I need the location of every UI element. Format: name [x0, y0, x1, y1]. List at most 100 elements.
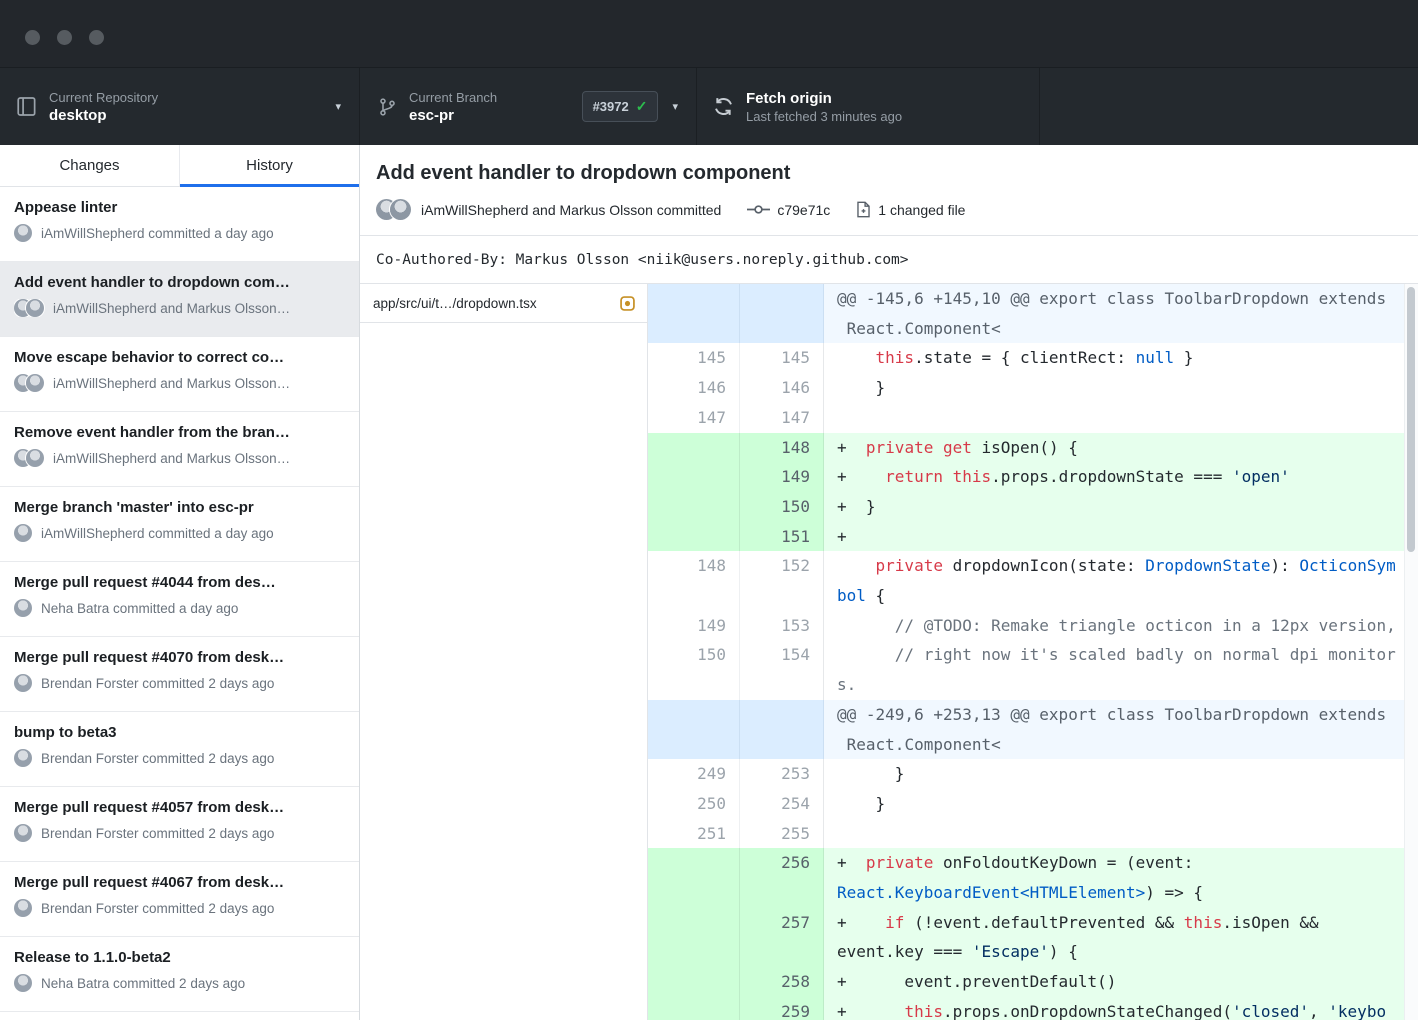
diff-view: @@ -145,6 +145,10 @@ export class Toolba… [648, 284, 1418, 1020]
code-line: @@ -145,6 +145,10 @@ export class Toolba… [824, 284, 1418, 343]
line-number-old: 249 [648, 759, 740, 789]
tab-bar: Changes History [0, 145, 359, 187]
list-item[interactable]: Release to 1.1.0-beta2 Neha Batra committ… [0, 937, 359, 1012]
commit-meta-text: Neha Batra committed 2 days ago [41, 976, 245, 991]
avatar [26, 374, 44, 392]
main-panel: Add event handler to dropdown component … [360, 145, 1418, 1020]
list-item[interactable]: Merge pull request #40… [0, 1012, 359, 1020]
fetch-button[interactable]: Fetch origin Last fetched 3 minutes ago [697, 68, 1040, 145]
avatar [26, 299, 44, 317]
code-line: // @TODO: Remake triangle octicon in a 1… [824, 611, 1418, 641]
diff-row: @@ -145,6 +145,10 @@ export class Toolba… [648, 284, 1418, 343]
sidebar: Changes History Appease linteriAmWillShe… [0, 145, 360, 1020]
fetch-label: Fetch origin [746, 89, 902, 108]
avatar [14, 824, 32, 842]
app-window: Current Repository desktop ▾ Current Bra… [0, 0, 1418, 1020]
commit-meta: iAmWillShepherd and Markus Olsson… [14, 449, 345, 467]
line-number-old [648, 433, 740, 463]
pr-badge: #3972 ✓ [582, 91, 659, 122]
commit-meta: Neha Batra committed a day ago [14, 599, 345, 617]
diff-row: @@ -249,6 +253,13 @@ export class Toolba… [648, 700, 1418, 759]
diff-row: 259+ this.props.onDropdownStateChanged('… [648, 997, 1418, 1020]
line-number-old [648, 908, 740, 967]
fetch-sublabel: Last fetched 3 minutes ago [746, 108, 902, 125]
diff-row: 149153 // @TODO: Remake triangle octicon… [648, 611, 1418, 641]
list-item[interactable]: bump to beta3Brendan Forster committed 2… [0, 712, 359, 787]
line-number-new [740, 284, 824, 343]
diff-area: app/src/ui/t…/dropdown.tsx @@ -145,6 +14… [360, 284, 1418, 1020]
avatar [14, 224, 32, 242]
commit-title: bump to beta3 [14, 723, 345, 742]
commit-meta-row: iAmWillShepherd and Markus Olsson commit… [376, 199, 1402, 235]
tab-history[interactable]: History [179, 145, 359, 186]
line-number-new: 256 [740, 848, 824, 907]
code-line: private dropdownIcon(state: DropdownStat… [824, 551, 1418, 610]
commit-meta-text: Brendan Forster committed 2 days ago [41, 676, 274, 691]
line-number-old: 150 [648, 640, 740, 699]
line-number-old: 146 [648, 373, 740, 403]
line-number-old: 250 [648, 789, 740, 819]
list-item[interactable]: Merge pull request #4070 from desk…Brend… [0, 637, 359, 712]
avatar [14, 899, 32, 917]
list-item[interactable]: Merge branch 'master' into esc-priAmWill… [0, 487, 359, 562]
line-number-new: 258 [740, 967, 824, 997]
line-number-new: 146 [740, 373, 824, 403]
avatar [14, 524, 32, 542]
code-line: + } [824, 492, 1418, 522]
tab-changes[interactable]: Changes [0, 145, 179, 186]
repository-label: Current Repository [49, 89, 158, 106]
list-item[interactable]: Remove event handler from the bran…iAmWi… [0, 412, 359, 487]
scrollbar [1404, 284, 1418, 1020]
close-button-icon[interactable] [25, 30, 40, 45]
code-line [824, 403, 1418, 433]
line-number-old: 251 [648, 819, 740, 849]
list-item[interactable]: Merge pull request #4067 from desk… Brend… [0, 862, 359, 937]
code-line: + this.props.onDropdownStateChanged('clo… [824, 997, 1418, 1020]
commit-title: Release to 1.1.0-beta2 [14, 948, 345, 967]
line-number-new: 255 [740, 819, 824, 849]
branch-name: esc-pr [409, 106, 497, 125]
line-number-new: 257 [740, 908, 824, 967]
commit-meta-text: iAmWillShepherd committed a day ago [41, 226, 274, 241]
diff-row: 150+ } [648, 492, 1418, 522]
maximize-button-icon[interactable] [89, 30, 104, 45]
code-line: + if (!event.defaultPrevented && this.is… [824, 908, 1418, 967]
chevron-down-icon: ▾ [335, 100, 341, 113]
commit-title: Merge pull request #4067 from desk… [14, 873, 345, 892]
line-number-new: 154 [740, 640, 824, 699]
git-commit-icon [747, 202, 770, 217]
changed-files-count: 1 changed file [856, 201, 965, 218]
list-item[interactable]: Appease linteriAmWillShepherd committed … [0, 187, 359, 262]
avatar [14, 674, 32, 692]
commit-byline: iAmWillShepherd and Markus Olsson commit… [421, 202, 721, 218]
branch-label: Current Branch [409, 89, 497, 106]
toolbar-spacer [1040, 68, 1418, 145]
file-row[interactable]: app/src/ui/t…/dropdown.tsx [360, 284, 647, 323]
diff-row: 150154 // right now it's scaled badly on… [648, 640, 1418, 699]
avatar [14, 599, 32, 617]
list-item[interactable]: Move escape behavior to correct co…iAmWi… [0, 337, 359, 412]
commit-meta: iAmWillShepherd and Markus Olsson… [14, 374, 345, 392]
scrollbar-thumb[interactable] [1407, 287, 1415, 552]
line-number-old: 145 [648, 343, 740, 373]
line-number-old [648, 997, 740, 1020]
line-number-old: 147 [648, 403, 740, 433]
commit-meta-text: iAmWillShepherd committed a day ago [41, 526, 274, 541]
branch-switcher[interactable]: Current Branch esc-pr #3972 ✓ ▾ [360, 68, 697, 145]
list-item[interactable]: Add event handler to dropdown com…iAmWil… [0, 262, 359, 337]
commit-meta: Neha Batra committed 2 days ago [14, 974, 345, 992]
diff-row: 147147 [648, 403, 1418, 433]
line-number-old [648, 492, 740, 522]
line-number-old [648, 700, 740, 759]
diff-row: 151+ [648, 522, 1418, 552]
avatar [14, 749, 32, 767]
repository-switcher[interactable]: Current Repository desktop ▾ [0, 68, 360, 145]
commit-sha: c79e71c [747, 202, 830, 218]
line-number-new: 147 [740, 403, 824, 433]
minimize-button-icon[interactable] [57, 30, 72, 45]
commit-meta: Brendan Forster committed 2 days ago [14, 899, 345, 917]
list-item[interactable]: Merge pull request #4044 from des…Neha B… [0, 562, 359, 637]
list-item[interactable]: Merge pull request #4057 from desk…Brend… [0, 787, 359, 862]
commit-meta-text: iAmWillShepherd and Markus Olsson… [53, 301, 290, 316]
diff-row: 251255 [648, 819, 1418, 849]
